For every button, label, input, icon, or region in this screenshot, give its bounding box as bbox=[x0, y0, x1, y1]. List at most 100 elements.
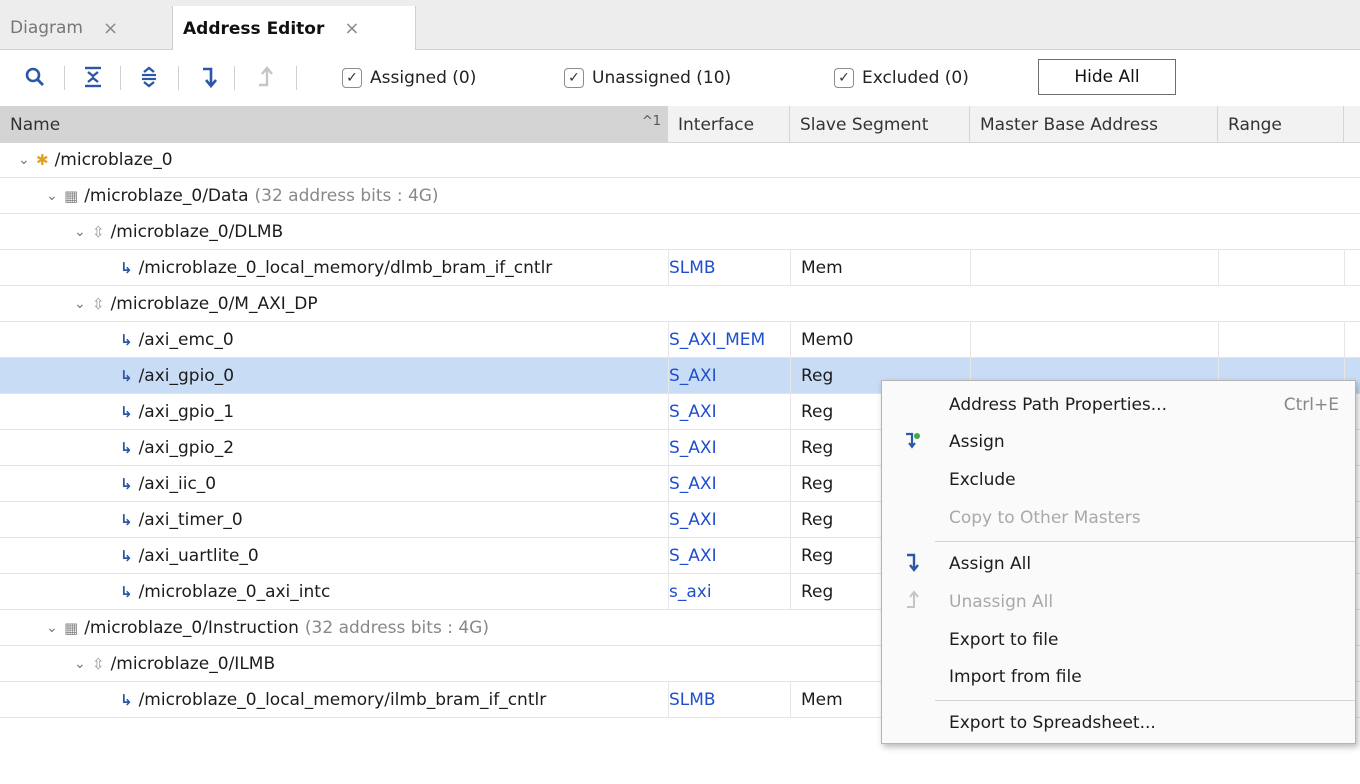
tab-diagram[interactable]: Diagram × bbox=[0, 6, 172, 50]
menu-item-assign-all[interactable]: Assign All bbox=[882, 545, 1355, 583]
menu-item-export-to-spreadsheet[interactable]: Export to Spreadsheet... bbox=[882, 704, 1355, 742]
column-header-name[interactable]: Name ^1 bbox=[0, 106, 668, 143]
toolbar-separator bbox=[178, 66, 179, 90]
checkmark-icon[interactable]: ✓ bbox=[834, 68, 854, 88]
chevron-down-icon[interactable]: ⌄ bbox=[46, 188, 64, 204]
address-bits-note: (32 address bits : 4G) bbox=[304, 618, 489, 638]
interface-link[interactable]: S_AXI bbox=[669, 358, 717, 394]
interface-link[interactable]: S_AXI bbox=[669, 502, 717, 538]
slave-segment-cell: Reg bbox=[801, 438, 834, 458]
menu-item-assign[interactable]: Assign bbox=[882, 423, 1355, 461]
name-cell: ↳ /microblaze_0_local_memory/dlmb_bram_if… bbox=[102, 250, 552, 286]
column-divider bbox=[1344, 250, 1345, 286]
row-name: /microblaze_0/Instruction bbox=[84, 618, 299, 638]
hide-all-button[interactable]: Hide All bbox=[1038, 59, 1176, 95]
interface-link[interactable]: SLMB bbox=[669, 250, 716, 286]
slave-path-icon: ↳ bbox=[120, 367, 133, 385]
column-header-range[interactable]: Range bbox=[1218, 106, 1344, 143]
chevron-down-icon[interactable]: ⌄ bbox=[46, 620, 64, 636]
checkmark-icon[interactable]: ✓ bbox=[564, 68, 584, 88]
slave-path-icon: ↳ bbox=[120, 403, 133, 421]
chevron-down-icon[interactable]: ⌄ bbox=[74, 656, 92, 672]
column-header-slave-segment[interactable]: Slave Segment bbox=[790, 106, 970, 143]
chevron-down-icon[interactable]: ⌄ bbox=[74, 224, 92, 240]
checkmark-icon[interactable]: ✓ bbox=[342, 68, 362, 88]
slave-segment-cell: Reg bbox=[801, 474, 834, 494]
interface-link[interactable]: S_AXI bbox=[669, 538, 717, 574]
name-cell: ↳ /axi_emc_0 bbox=[102, 322, 234, 358]
interface-link[interactable]: S_AXI bbox=[669, 430, 717, 466]
table-row[interactable]: ↳ /axi_emc_0 S_AXI_MEM Mem0 bbox=[0, 322, 1360, 358]
interface-link[interactable]: S_AXI_MEM bbox=[669, 322, 765, 358]
chevron-down-icon[interactable]: ⌄ bbox=[18, 152, 36, 168]
column-divider bbox=[790, 250, 791, 286]
tab-address-editor[interactable]: Address Editor × bbox=[172, 6, 416, 51]
menu-item-address-path-properties[interactable]: Address Path Properties... Ctrl+E bbox=[882, 386, 1355, 424]
menu-item-import-from-file[interactable]: Import from file bbox=[882, 658, 1355, 696]
slave-segment-cell: Reg bbox=[801, 582, 834, 602]
slave-path-icon: ↳ bbox=[120, 331, 133, 349]
column-divider bbox=[790, 358, 791, 394]
slave-path-icon: ↳ bbox=[120, 475, 133, 493]
menu-item-copy-to-other-masters[interactable]: Copy to Other Masters bbox=[882, 499, 1355, 537]
name-cell: ↳ /axi_gpio_2 bbox=[102, 430, 234, 466]
interface-link[interactable]: SLMB bbox=[669, 682, 716, 718]
address-space-icon: ▦ bbox=[64, 187, 79, 205]
row-name: /axi_gpio_2 bbox=[138, 438, 235, 458]
toolbar-separator bbox=[120, 66, 121, 90]
close-icon[interactable]: × bbox=[103, 18, 118, 39]
table-row[interactable]: ⌄ ▦ /microblaze_0/Data (32 address bits : 4… bbox=[0, 178, 1360, 214]
column-divider bbox=[790, 682, 791, 718]
name-cell: ↳ /axi_gpio_1 bbox=[102, 394, 234, 430]
name-cell: ↳ /axi_iic_0 bbox=[102, 466, 216, 502]
name-cell: ⌄ ⇳ /microblaze_0/M_AXI_DP bbox=[74, 286, 318, 322]
interface-link[interactable]: s_axi bbox=[669, 574, 712, 610]
filter-excluded-checkbox[interactable]: ✓ Excluded (0) bbox=[834, 65, 969, 91]
table-header: Name ^1 Interface Slave Segment Master B… bbox=[0, 106, 1360, 143]
tab-bar: Diagram × Address Editor × bbox=[0, 0, 1360, 51]
filter-assigned-checkbox[interactable]: ✓ Assigned (0) bbox=[342, 65, 476, 91]
column-header-master-base-address[interactable]: Master Base Address bbox=[970, 106, 1218, 143]
menu-item-unassign-all[interactable]: Unassign All bbox=[882, 583, 1355, 621]
toolbar-separator bbox=[296, 66, 297, 90]
row-name: /microblaze_0/M_AXI_DP bbox=[110, 294, 318, 314]
table-row[interactable]: ⌄ ✱ /microblaze_0 bbox=[0, 142, 1360, 178]
address-bits-note: (32 address bits : 4G) bbox=[254, 186, 439, 206]
expand-all-icon[interactable] bbox=[136, 62, 162, 92]
interface-link[interactable]: S_AXI bbox=[669, 394, 717, 430]
table-row[interactable]: ↳ /microblaze_0_local_memory/dlmb_bram_if… bbox=[0, 250, 1360, 286]
slave-path-icon: ↳ bbox=[120, 691, 133, 709]
menu-separator bbox=[935, 700, 1355, 701]
name-cell: ↳ /axi_uartlite_0 bbox=[102, 538, 259, 574]
filter-unassigned-checkbox[interactable]: ✓ Unassigned (10) bbox=[564, 65, 731, 91]
unassign-all-icon bbox=[902, 589, 924, 615]
context-menu: Address Path Properties... Ctrl+E Assign… bbox=[881, 380, 1356, 744]
search-icon[interactable] bbox=[22, 62, 48, 92]
slave-segment-cell: Reg bbox=[801, 510, 834, 530]
name-cell: ↳ /axi_timer_0 bbox=[102, 502, 243, 538]
column-divider bbox=[790, 574, 791, 610]
sort-indicator: ^1 bbox=[641, 114, 661, 129]
table-row[interactable]: ⌄ ⇳ /microblaze_0/DLMB bbox=[0, 214, 1360, 250]
chevron-down-icon[interactable]: ⌄ bbox=[74, 296, 92, 312]
toolbar-separator bbox=[64, 66, 65, 90]
collapse-all-icon[interactable] bbox=[80, 62, 106, 92]
row-name: /axi_timer_0 bbox=[138, 510, 243, 530]
column-divider bbox=[1218, 250, 1219, 286]
table-row[interactable]: ⌄ ⇳ /microblaze_0/M_AXI_DP bbox=[0, 286, 1360, 322]
assign-all-icon[interactable] bbox=[196, 62, 222, 92]
tab-address-editor-label: Address Editor bbox=[183, 18, 325, 39]
close-icon[interactable]: × bbox=[344, 18, 359, 39]
filter-excluded-label: Excluded (0) bbox=[862, 68, 969, 88]
row-name: /microblaze_0_local_memory/dlmb_bram_if_… bbox=[138, 258, 553, 278]
name-cell: ⌄ ⇳ /microblaze_0/DLMB bbox=[74, 214, 283, 250]
row-name: /microblaze_0 bbox=[54, 150, 173, 170]
slave-path-icon: ↳ bbox=[120, 259, 133, 277]
menu-item-exclude[interactable]: Exclude bbox=[882, 461, 1355, 499]
shortcut-label: Ctrl+E bbox=[1283, 395, 1339, 415]
interface-link[interactable]: S_AXI bbox=[669, 466, 717, 502]
bus-interface-icon: ⇳ bbox=[92, 295, 105, 313]
column-header-interface[interactable]: Interface bbox=[668, 106, 790, 143]
unassign-all-icon[interactable] bbox=[252, 62, 278, 92]
menu-item-export-to-file[interactable]: Export to file bbox=[882, 621, 1355, 659]
